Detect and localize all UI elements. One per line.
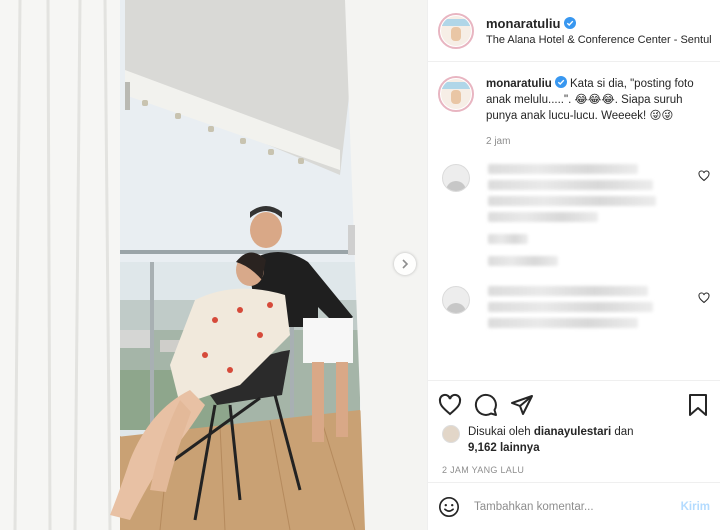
caption-username[interactable]: monaratuliu [486, 78, 552, 90]
comments-list[interactable]: monaratuliu Kata si dia, "posting foto a… [428, 62, 720, 380]
post-header: monaratuliu The Alana Hotel & Conference… [428, 0, 720, 62]
chevron-right-icon [402, 259, 409, 269]
comment-input[interactable] [474, 500, 681, 513]
carousel-next-button[interactable] [394, 253, 416, 275]
likes-connector: dan [611, 426, 634, 438]
profile-avatar[interactable] [438, 12, 474, 49]
paper-plane-icon[interactable] [510, 393, 534, 417]
likes-summary: Disukai oleh dianayulestari dan 9,162 la… [428, 420, 720, 456]
instagram-post-view: monaratuliu The Alana Hotel & Conference… [0, 0, 720, 530]
list-item [438, 286, 710, 334]
comment-text-blurred [488, 286, 660, 334]
comment-icon[interactable] [474, 393, 498, 417]
add-comment-bar: Kirim [428, 482, 720, 530]
comment-text-blurred [488, 164, 660, 272]
caption: monaratuliu Kata si dia, "posting foto a… [438, 76, 710, 150]
bookmark-icon[interactable] [686, 393, 710, 417]
caption-time[interactable]: 2 jam [486, 134, 696, 150]
comment-avatar[interactable] [442, 164, 470, 192]
post-location[interactable]: The Alana Hotel & Conference Center - Se… [486, 34, 712, 46]
post-username[interactable]: monaratuliu [486, 16, 560, 31]
likes-count[interactable]: 9,162 lainnya [468, 442, 540, 454]
post-comment-button[interactable]: Kirim [681, 501, 710, 513]
verified-badge-icon [554, 76, 567, 88]
list-item [438, 164, 710, 272]
liker-avatar[interactable] [442, 425, 460, 443]
caption-avatar[interactable] [438, 76, 474, 112]
heart-icon[interactable] [438, 393, 462, 417]
smiley-icon[interactable] [438, 496, 460, 518]
likes-prefix: Disukai oleh [468, 426, 534, 438]
photo-balcony-couple [0, 0, 427, 530]
post-actions [428, 380, 720, 420]
post-timestamp[interactable]: 2 JAM YANG LALU [428, 456, 720, 482]
liker-username[interactable]: dianayulestari [534, 426, 611, 438]
comment-like-heart-icon[interactable] [698, 170, 710, 182]
comment-avatar[interactable] [442, 286, 470, 314]
post-photo[interactable] [0, 0, 427, 530]
verified-badge-icon [564, 17, 577, 29]
comment-like-heart-icon[interactable] [698, 292, 710, 304]
post-side-panel: monaratuliu The Alana Hotel & Conference… [427, 0, 720, 530]
